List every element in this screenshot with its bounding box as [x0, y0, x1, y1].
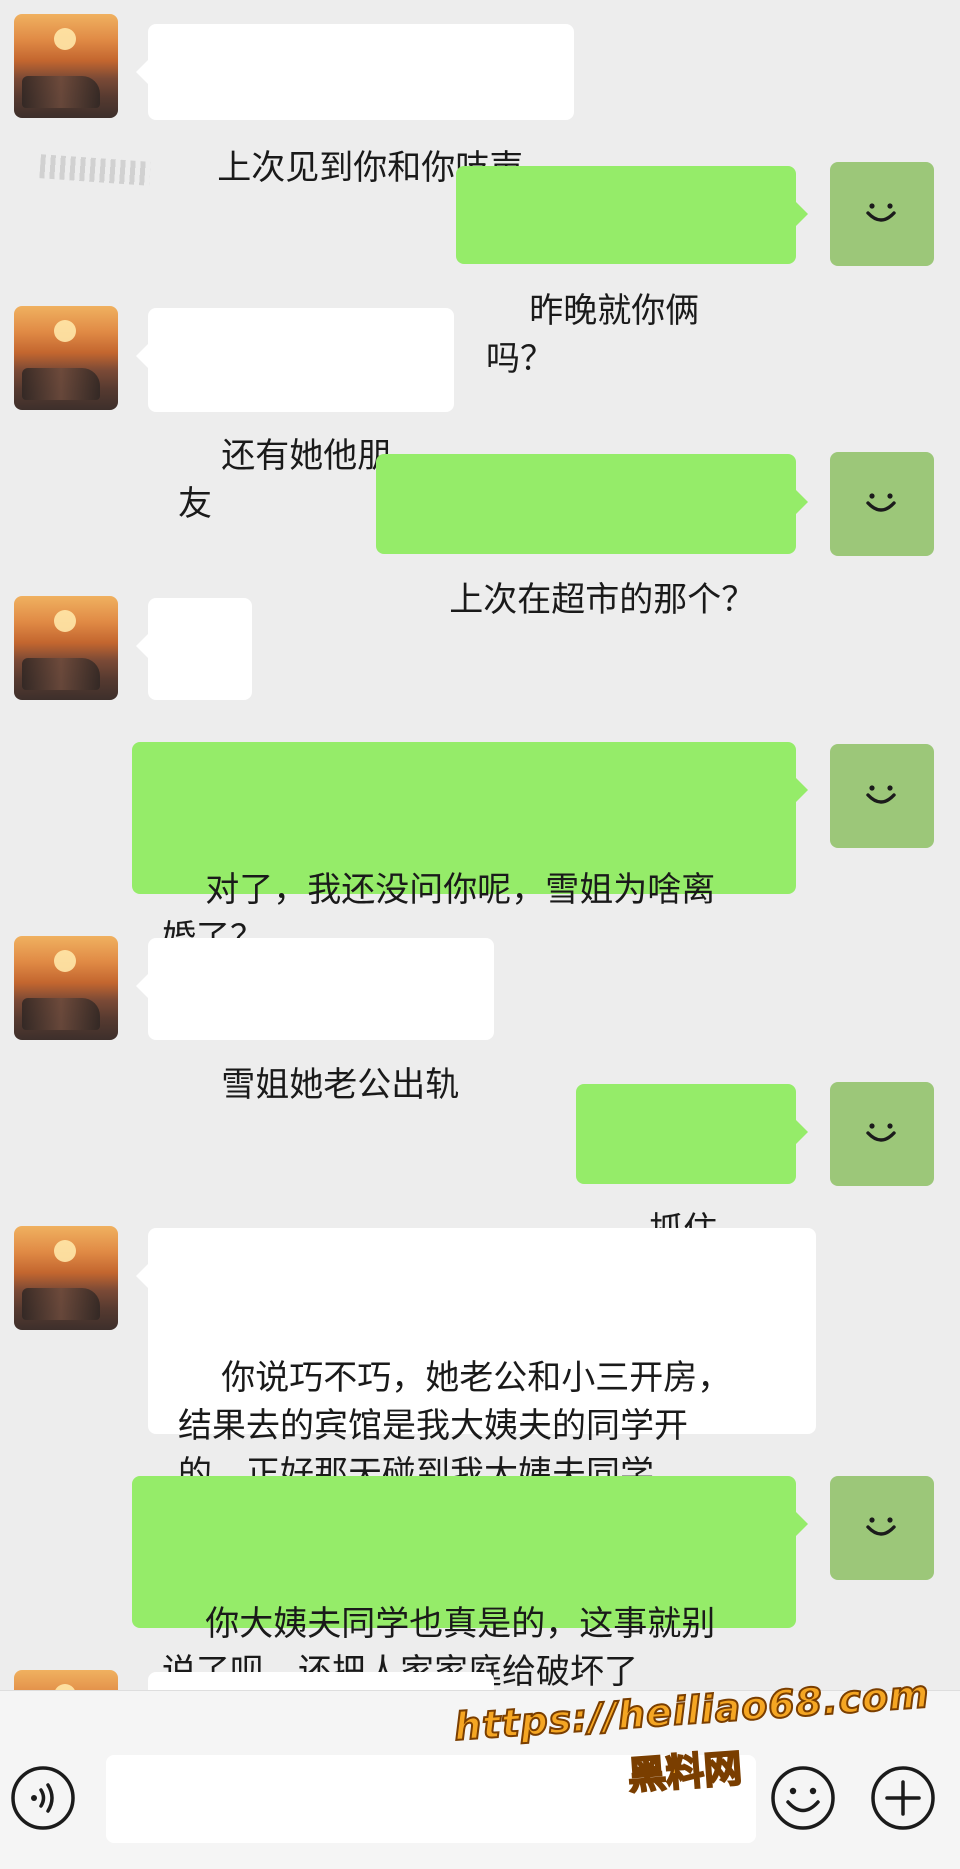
message-bubble-sent[interactable]: 抓住了？ — [576, 1084, 808, 1298]
bubble-tail — [136, 60, 148, 84]
message-bubble-received[interactable]: 还有她他朋友 — [136, 308, 454, 524]
smile-face-icon — [866, 1517, 896, 1536]
message-bubble-received[interactable] — [148, 1672, 494, 1690]
smile-face-icon — [866, 493, 896, 512]
message-bubble-sent[interactable]: 昨晚就你俩吗？ — [456, 166, 808, 379]
contact-avatar[interactable] — [14, 596, 118, 700]
bubble-tail — [796, 490, 808, 514]
my-avatar[interactable] — [830, 1476, 934, 1580]
bubble-tail — [136, 974, 148, 998]
smile-face-icon — [866, 1123, 896, 1142]
bubble-tail — [136, 634, 148, 658]
bubble-tail — [796, 202, 808, 226]
contact-avatar[interactable] — [14, 936, 118, 1040]
bubble-tail — [796, 1512, 808, 1536]
message-bubble-sent[interactable]: 你大姨夫同学也真是的，这事就别 说了呗，还把人家家庭给破坏了 — [132, 1476, 808, 1690]
bubble-tail — [796, 778, 808, 802]
my-avatar[interactable] — [830, 1082, 934, 1186]
message-text: 上次在超市的那个？ — [449, 580, 756, 620]
voice-icon[interactable] — [10, 1765, 76, 1831]
image-artifact — [39, 154, 151, 186]
message-text: 昨晚就你俩吗？ — [486, 291, 700, 379]
message-bubble-received[interactable]: 嗯 — [136, 598, 252, 813]
message-text: 雪姐她老公出轨 — [221, 1065, 460, 1105]
contact-avatar[interactable] — [14, 14, 118, 118]
bubble-tail — [136, 1264, 148, 1288]
my-avatar[interactable] — [830, 162, 934, 266]
watermark-name: 黑料网 — [626, 1745, 745, 1799]
message-text: 你说巧不巧，她老公和小三开房， 结果去的宾馆是我大姨夫的同学开 的，正好那天碰到… — [178, 1358, 732, 1494]
chat-area[interactable]: 上次见到你和你吱声 昨晚就你俩吗？ 还有她他朋友 上次在超市的那个？ 嗯 — [0, 0, 960, 1690]
smile-face-icon — [866, 203, 896, 222]
contact-avatar[interactable] — [14, 306, 118, 410]
message-bubble-received[interactable]: 上次见到你和你吱声 — [136, 24, 574, 188]
bubble-tail — [796, 1120, 808, 1144]
message-text: 还有她他朋友 — [178, 436, 392, 524]
message-bubble-sent[interactable]: 上次在超市的那个？ — [376, 454, 808, 620]
my-avatar[interactable] — [830, 452, 934, 556]
message-bubble-received[interactable]: 雪姐她老公出轨 — [136, 938, 494, 1105]
smile-face-icon — [866, 785, 896, 804]
contact-avatar[interactable] — [14, 1226, 118, 1330]
my-avatar[interactable] — [830, 744, 934, 848]
message-bubble-received[interactable]: 你说巧不巧，她老公和小三开房， 结果去的宾馆是我大姨夫的同学开 的，正好那天碰到… — [136, 1228, 816, 1494]
contact-avatar[interactable] — [14, 1670, 118, 1690]
message-bubble-sent[interactable]: 对了，我还没问你呢，雪姐为啥离 婚了？ — [132, 742, 808, 958]
bubble-tail — [136, 344, 148, 368]
